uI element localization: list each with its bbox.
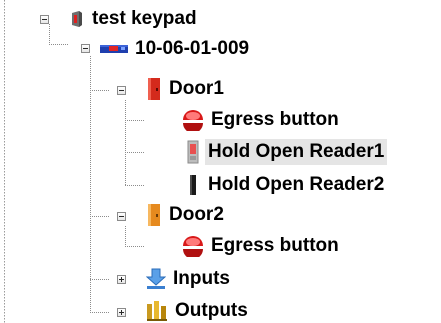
door-icon: [146, 203, 162, 227]
tree-node-outputs[interactable]: Outputs: [146, 298, 251, 323]
red-button-icon: [182, 235, 204, 259]
tree-connector: [125, 152, 145, 153]
tree-node-door1[interactable]: Door1: [146, 76, 227, 102]
tree-connector: [90, 244, 91, 314]
red-button-icon: [182, 109, 204, 133]
tree-node-keypad[interactable]: test keypad: [69, 6, 200, 32]
tree-connector: [125, 246, 145, 247]
tree-node-label: Door1: [169, 78, 224, 99]
reader-dark-icon: [185, 173, 201, 197]
expand-collapse-toggle[interactable]: [117, 86, 126, 95]
tree-node-label: Outputs: [175, 300, 248, 321]
tree-node-hold-open-reader2[interactable]: Hold Open Reader2: [185, 172, 387, 198]
tree-left-border: [4, 0, 5, 323]
tree-node-label: test keypad: [92, 8, 197, 29]
expand-collapse-toggle[interactable]: [117, 212, 126, 221]
tree-connector: [90, 90, 110, 91]
tree-node-label: Hold Open Reader2: [208, 174, 385, 195]
tree-node-egress-button[interactable]: Egress button: [182, 107, 342, 133]
tree-connector: [49, 24, 50, 44]
tree-connector: [90, 279, 110, 280]
tree-connector: [125, 120, 145, 121]
tree-node-label: Inputs: [173, 268, 230, 289]
controller-icon: [100, 42, 128, 56]
tree-node-label: Hold Open Reader1: [205, 139, 388, 165]
expand-collapse-toggle[interactable]: [40, 15, 49, 24]
bars-icon: [146, 300, 168, 322]
tree-node-controller[interactable]: 10-06-01-009: [100, 36, 252, 62]
tree-node-door2[interactable]: Door2: [146, 202, 227, 228]
reader-light-icon: [185, 140, 201, 164]
tree-node-label: Egress button: [211, 235, 339, 256]
tree-node-label: Egress button: [211, 109, 339, 130]
keypad-icon: [69, 10, 85, 28]
device-tree: test keypad 10-06-01-009 Door1 Egress bu…: [0, 0, 441, 323]
tree-node-egress-button[interactable]: Egress button: [182, 233, 342, 259]
tree-node-label: 10-06-01-009: [135, 38, 250, 59]
tree-node-hold-open-reader1[interactable]: Hold Open Reader1: [185, 139, 388, 165]
tree-connector: [90, 312, 110, 313]
tree-node-inputs[interactable]: Inputs: [145, 266, 233, 292]
expand-collapse-toggle[interactable]: [117, 275, 126, 284]
tree-connector: [125, 226, 126, 246]
expand-collapse-toggle[interactable]: [81, 44, 90, 53]
tree-connector: [49, 44, 69, 45]
arrow-down-icon: [145, 268, 167, 290]
tree-node-label: Door2: [169, 204, 224, 225]
tree-connector: [90, 216, 110, 217]
tree-connector: [125, 185, 145, 186]
expand-collapse-toggle[interactable]: [117, 308, 126, 317]
door-icon: [146, 77, 162, 101]
tree-connector: [125, 100, 126, 186]
